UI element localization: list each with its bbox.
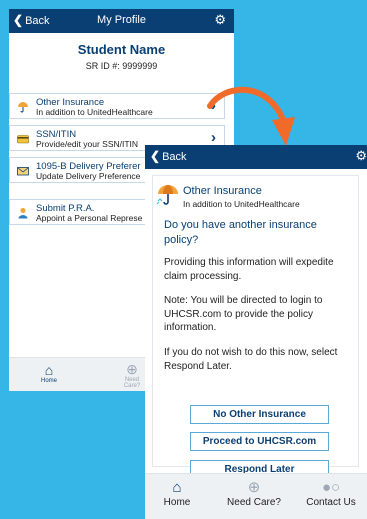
umbrella-icon <box>18 102 28 113</box>
curved-arrow-icon <box>207 86 295 146</box>
other-insurance-navbar: ❮ Back ⚙ <box>145 145 367 169</box>
tab-need-care-label: Need Care? <box>123 377 141 389</box>
tab-contact-us-label: Contact Us <box>306 497 356 508</box>
tab-need-care-label: Need Care? <box>227 497 281 508</box>
page-title: My Profile <box>97 14 146 26</box>
gear-icon[interactable]: ⚙ <box>214 12 226 28</box>
menu-item-subtitle: In addition to UnitedHealthcare <box>36 107 153 117</box>
info-text: Providing this information will expedite… <box>164 257 334 282</box>
menu-item-other-insurance[interactable]: Other Insurance In addition to UnitedHea… <box>9 93 225 119</box>
tab-home-label: Home <box>40 378 57 384</box>
chevron-left-icon: ❮ <box>150 149 161 163</box>
tab-need-care[interactable]: ⊕ Need Care? <box>217 479 291 508</box>
tab-need-care[interactable]: ⊕ Need Care? <box>117 361 147 389</box>
respond-later-hint: If you do not wish to do this now, selec… <box>164 347 338 372</box>
card-title: Other Insurance <box>183 185 262 197</box>
student-name: Student Name <box>77 42 166 57</box>
other-insurance-card: Other Insurance In addition to UnitedHea… <box>152 175 359 479</box>
plus-circle-icon: ⊕ <box>126 361 138 377</box>
proceed-to-uhcsr-button[interactable]: Proceed to UHCSR.com <box>190 432 329 451</box>
student-sr-id: SR ID #: 9999999 <box>85 61 158 71</box>
tab-contact-us[interactable]: ●○ Contact Us <box>295 479 367 508</box>
tab-home[interactable]: ⌂ Home <box>155 479 199 508</box>
back-label: Back <box>162 151 187 163</box>
home-icon: ⌂ <box>172 479 182 496</box>
menu-item-subtitle: Update Delivery Preference <box>36 171 141 181</box>
home-icon: ⌂ <box>44 362 54 378</box>
back-button[interactable]: ❮ Back <box>150 149 187 163</box>
note-text: Note: You will be directed to login to U… <box>164 295 323 333</box>
menu-item-subtitle: Provide/edit your SSN/ITIN <box>36 139 139 149</box>
gear-icon[interactable]: ⚙ <box>355 148 367 164</box>
umbrella-icon <box>156 185 178 205</box>
chat-bubbles-icon: ●○ <box>321 479 341 496</box>
envelope-icon <box>17 167 29 176</box>
menu-item-subtitle: Appoint a Personal Represe <box>36 213 143 223</box>
card-subtitle: In addition to UnitedHealthcare <box>183 199 300 209</box>
insurance-question: Do you have another insurance policy? <box>164 219 317 246</box>
no-other-insurance-button[interactable]: No Other Insurance <box>190 405 329 424</box>
other-insurance-screen: ❮ Back ⚙ Other Insurance In addition to U… <box>145 145 367 519</box>
plus-circle-icon: ⊕ <box>247 479 261 496</box>
person-icon <box>18 208 28 219</box>
tab-home-label: Home <box>163 497 191 508</box>
tab-bar: ⌂ Home ⊕ Need Care? ●○ Contact Us <box>145 473 367 519</box>
tab-home[interactable]: ⌂ Home <box>36 362 62 384</box>
card-icon <box>17 135 29 144</box>
profile-navbar: ❮ Back My Profile ⚙ <box>9 9 234 33</box>
